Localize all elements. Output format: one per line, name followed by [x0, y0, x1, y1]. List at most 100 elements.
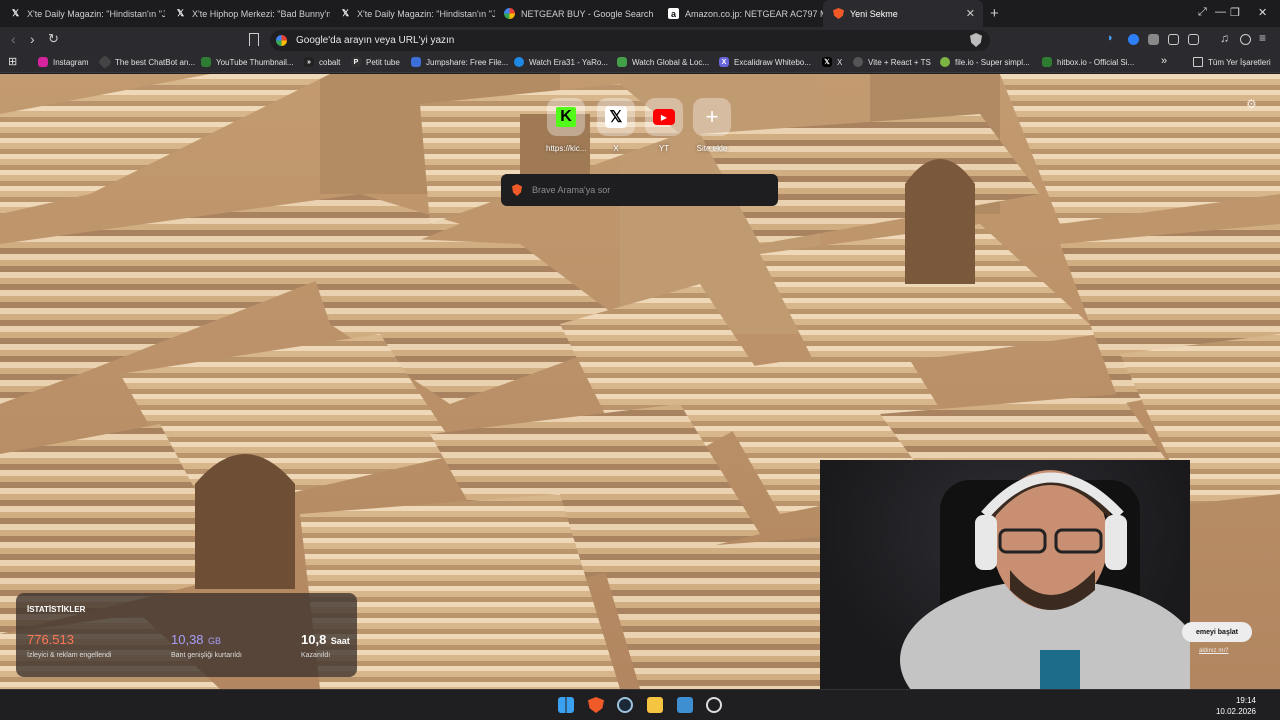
bookmark-hitbox[interactable]: hitbox.io - Official Si... [1042, 57, 1134, 67]
system-clock[interactable]: 19:14 10.02.2026 [1216, 695, 1256, 717]
top-site-add[interactable]: + Site ekle [692, 98, 732, 153]
bookmark-label: Watch Global & Loc... [632, 57, 710, 67]
bookmark-cobalt[interactable]: » cobalt [304, 57, 340, 67]
youtube-icon: ▶ [653, 109, 675, 125]
jumpshare-icon [411, 57, 421, 67]
bookmarks-bar: ⊞ Instagram The best ChatBot an... YouTu… [0, 54, 1280, 73]
top-site-tile[interactable]: 𝕏 [597, 98, 635, 136]
gear-icon[interactable]: ⚙ [1246, 97, 1257, 111]
tab-search-icon[interactable]: ⤢ [1198, 6, 1207, 19]
bookmark-watch-global[interactable]: Watch Global & Loc... [617, 57, 709, 67]
bookmark-label: Instagram [53, 57, 89, 67]
bookmark-era31[interactable]: Watch Era31 - YaRo... [514, 57, 608, 67]
back-icon[interactable]: ‹ [11, 31, 16, 47]
bookmark-jumpshare[interactable]: Jumpshare: Free File... [411, 57, 508, 67]
all-bookmarks[interactable]: Tüm Yer İşaretleri [1193, 57, 1271, 67]
close-icon[interactable]: ✕ [966, 7, 975, 20]
brave-icon[interactable] [588, 697, 604, 713]
minimize-icon[interactable]: — [1215, 6, 1226, 18]
sidebar-icon[interactable] [1188, 34, 1199, 45]
maximize-icon[interactable]: ❐ [1230, 6, 1240, 19]
top-site-kick[interactable]: K https://kic... [546, 98, 586, 153]
top-site-tile[interactable]: ▶ [645, 98, 683, 136]
bookmark-label: Excalidraw Whitebo... [734, 57, 811, 67]
tab-6[interactable]: Yeni Sekme ✕ [823, 0, 983, 27]
close-window-icon[interactable]: ✕ [1258, 6, 1267, 19]
top-site-yt[interactable]: ▶ YT [644, 98, 684, 153]
stat-time: 10,8 Saat Kazanıldı [301, 631, 350, 659]
tab-strip: 𝕏 X'te Daily Magazin: "Hindistan'ın "Ju … [0, 0, 1280, 27]
address-placeholder[interactable]: Google'da arayın veya URL'yi yazın [296, 35, 454, 46]
plus-icon: + [705, 104, 719, 129]
google-icon [504, 8, 515, 19]
top-site-label: X [613, 144, 619, 153]
top-site-label: YT [658, 144, 670, 153]
tab-4[interactable]: NETGEAR BUY - Google Search [494, 0, 659, 27]
windows-start-icon[interactable] [558, 697, 574, 713]
tab-2[interactable]: 𝕏 X'te Hiphop Merkezi: "Bad Bunny'nin [165, 0, 330, 27]
top-site-x[interactable]: 𝕏 X [596, 98, 636, 153]
x-logo-icon: 𝕏 [11, 8, 20, 18]
top-site-tile[interactable]: K [547, 98, 585, 136]
bookmark-x[interactable]: 𝕏X [822, 57, 842, 67]
tab-1[interactable]: 𝕏 X'te Daily Magazin: "Hindistan'ın "Ju [0, 0, 165, 27]
vpn-shield-icon[interactable] [1240, 34, 1251, 45]
bookmark-label: Petit tube [366, 57, 400, 67]
stat-desc: İzleyici & reklam engellendi [27, 652, 112, 659]
apps-icon[interactable]: ⊞ [8, 55, 17, 68]
tab-3[interactable]: 𝕏 X'te Daily Magazin: "Hindistan'ın "Ju [330, 0, 495, 27]
top-site-label: https://kic... [546, 144, 587, 153]
menu-icon[interactable]: ≡ [1259, 31, 1270, 45]
top-site-tile[interactable]: + [693, 98, 731, 136]
stat-unit: Saat [330, 636, 350, 646]
x-logo-icon: 𝕏 [605, 106, 627, 128]
brave-icon [512, 184, 522, 196]
bookmark-excalidraw[interactable]: X Excalidraw Whitebo... [719, 57, 811, 67]
bookmark-petit-tube[interactable]: P Petit tube [351, 57, 400, 67]
bookmark-label: hitbox.io - Official Si... [1057, 57, 1135, 67]
brave-icon [833, 8, 844, 19]
app-icon[interactable] [677, 697, 693, 713]
stat-value: 776.513 [27, 632, 74, 647]
bookmark-instagram[interactable]: Instagram [38, 57, 89, 67]
clock-time: 19:14 [1235, 696, 1256, 705]
extension-icon[interactable] [1128, 34, 1139, 45]
chevron-right-icon[interactable]: » [1161, 55, 1167, 67]
bookmark-vite-react[interactable]: Vite + React + TS [853, 57, 931, 67]
promo-link[interactable]: aldınız mı? [1199, 648, 1228, 654]
address-bar[interactable]: Google'da arayın veya URL'yi yazın [270, 30, 990, 51]
bookmark-fileio[interactable]: file.io - Super simpl... [940, 57, 1030, 67]
music-icon[interactable]: ♫ [1220, 31, 1231, 45]
taskbar: 19:14 10.02.2026 [0, 689, 1280, 720]
extensions-puzzle-icon[interactable] [1168, 34, 1179, 45]
extension-icon[interactable] [1148, 34, 1159, 45]
stat-desc: Bant genişliği kurtarıldı [171, 652, 242, 659]
fileio-icon [940, 57, 950, 67]
instagram-icon [38, 57, 48, 67]
brave-search-box[interactable] [501, 174, 778, 206]
steam-icon[interactable] [617, 697, 633, 713]
tab-title: Amazon.co.jp: NETGEAR AC797 Mob [685, 8, 823, 19]
bookmark-label: The best ChatBot an... [115, 57, 196, 67]
stats-widget: İSTATİSTİKLER 776.513 İzleyici & reklam … [16, 593, 357, 677]
folder-icon[interactable] [647, 697, 663, 713]
forward-icon[interactable]: › [30, 31, 35, 47]
x-logo-icon: 𝕏 [176, 8, 185, 18]
search-input[interactable] [532, 185, 762, 195]
stat-value: 10,8 [301, 632, 327, 647]
obs-icon[interactable] [706, 697, 722, 713]
toolbar: ‹ › ↻ Google'da arayın veya URL'yi yazın… [0, 27, 1280, 54]
brave-shields-icon[interactable] [970, 33, 982, 47]
folder-icon [1193, 57, 1203, 67]
new-tab-icon[interactable]: + [990, 5, 999, 22]
tab-5[interactable]: a Amazon.co.jp: NETGEAR AC797 Mob [658, 0, 823, 27]
clock-date: 10.02.2026 [1215, 707, 1256, 716]
extension-icon[interactable]: ◗ [1107, 32, 1118, 44]
bookmark-chatbot[interactable]: The best ChatBot an... [97, 54, 196, 70]
bookmark-youtube-thumbnail[interactable]: YouTube Thumbnail... [201, 57, 294, 67]
bookmark-icon[interactable] [249, 33, 259, 46]
reload-icon[interactable]: ↻ [48, 31, 59, 47]
stat-unit: GB [208, 636, 222, 646]
promo-start-button[interactable]: emeyi başlat [1182, 622, 1252, 642]
tab-title: X'te Daily Magazin: "Hindistan'ın "Ju [357, 8, 495, 19]
